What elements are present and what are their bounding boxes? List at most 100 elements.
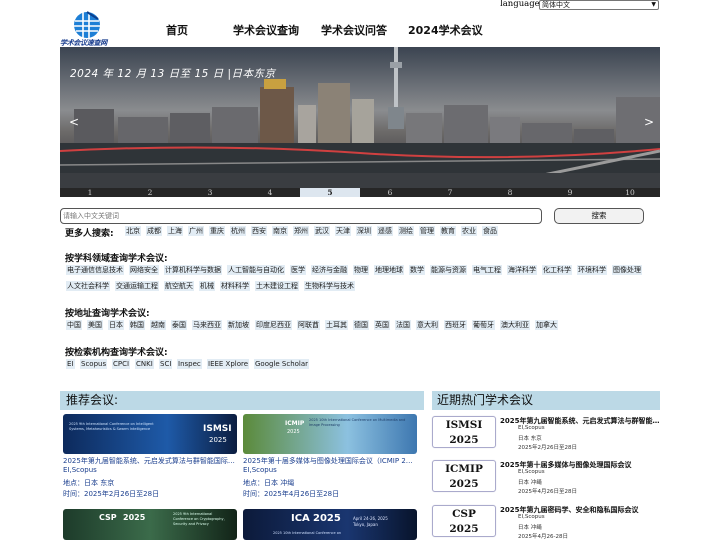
popular-tag[interactable]: 重庆 bbox=[209, 226, 225, 236]
field-tag[interactable]: 能源与资源 bbox=[430, 265, 467, 275]
field-tag[interactable]: 经济与金融 bbox=[311, 265, 348, 275]
location-tag[interactable]: 澳大利亚 bbox=[500, 320, 530, 330]
location-tag[interactable]: 英国 bbox=[374, 320, 390, 330]
field-tag[interactable]: 数学 bbox=[409, 265, 425, 275]
search-input[interactable]: 请输入中文关键词 bbox=[60, 208, 542, 224]
location-tag[interactable]: 新加坡 bbox=[227, 320, 250, 330]
location-tag[interactable]: 印度尼西亚 bbox=[255, 320, 292, 330]
slide-dot[interactable]: 10 bbox=[600, 188, 660, 197]
nav-home[interactable]: 首页 bbox=[166, 22, 188, 38]
location-tag[interactable]: 意大利 bbox=[416, 320, 439, 330]
field-tag[interactable]: 计算机科学与数据 bbox=[164, 265, 222, 275]
popular-tag[interactable]: 教育 bbox=[440, 226, 456, 236]
search-button[interactable]: 搜索 bbox=[554, 208, 644, 224]
popular-tag[interactable]: 天津 bbox=[335, 226, 351, 236]
location-tag[interactable]: 阿联酋 bbox=[297, 320, 320, 330]
nav-conference-qa[interactable]: 学术会议问答 bbox=[321, 22, 387, 38]
field-tag[interactable]: 材料科学 bbox=[220, 281, 250, 291]
banner-next-arrow[interactable]: > bbox=[644, 115, 654, 129]
location-tag[interactable]: 泰国 bbox=[171, 320, 187, 330]
popular-tag[interactable]: 测绘 bbox=[398, 226, 414, 236]
location-tag[interactable]: 德国 bbox=[353, 320, 369, 330]
hot-location: 日本 冲绳 bbox=[518, 525, 542, 531]
slide-dot[interactable]: 2 bbox=[120, 188, 180, 197]
popular-tag[interactable]: 武汉 bbox=[314, 226, 330, 236]
popular-tag[interactable]: 深圳 bbox=[356, 226, 372, 236]
popular-tag[interactable]: 管理 bbox=[419, 226, 435, 236]
banner-prev-arrow[interactable]: < bbox=[69, 115, 79, 129]
field-tag[interactable]: 环境科学 bbox=[577, 265, 607, 275]
index-tag[interactable]: CPCI bbox=[112, 359, 131, 369]
location-tag[interactable]: 马来西亚 bbox=[192, 320, 222, 330]
field-tag[interactable]: 地理地球 bbox=[374, 265, 404, 275]
popular-tag[interactable]: 南京 bbox=[272, 226, 288, 236]
location-tag[interactable]: 法国 bbox=[395, 320, 411, 330]
location-tag[interactable]: 加拿大 bbox=[535, 320, 558, 330]
popular-tag[interactable]: 广州 bbox=[188, 226, 204, 236]
banner-caption: 2024 年 12 月 13 日至 15 日 |日本东京 bbox=[70, 68, 276, 80]
field-tag[interactable]: 机械 bbox=[199, 281, 215, 291]
index-tag[interactable]: Scopus bbox=[80, 359, 108, 369]
site-logo[interactable]: 学术会议速查网 bbox=[60, 11, 114, 47]
popular-tag[interactable]: 遥感 bbox=[377, 226, 393, 236]
field-tag[interactable]: 电气工程 bbox=[472, 265, 502, 275]
field-tag[interactable]: 航空航天 bbox=[164, 281, 194, 291]
field-tag[interactable]: 物理 bbox=[353, 265, 369, 275]
index-tag[interactable]: SCI bbox=[159, 359, 173, 369]
popular-tag[interactable]: 食品 bbox=[482, 226, 498, 236]
field-tag[interactable]: 土木建设工程 bbox=[255, 281, 299, 291]
location-tag[interactable]: 美国 bbox=[87, 320, 103, 330]
index-tag[interactable]: Google Scholar bbox=[254, 359, 310, 369]
popular-tag[interactable]: 郑州 bbox=[293, 226, 309, 236]
recommended-card[interactable]: 2025 9th International Conference on Int… bbox=[63, 414, 237, 500]
hot-conference-item[interactable]: ICMIP 2025 2025年第十届多媒体与图像处理国际会议 EI,Scopus… bbox=[432, 458, 660, 499]
slide-dot[interactable]: 8 bbox=[480, 188, 540, 197]
location-tag[interactable]: 西班牙 bbox=[444, 320, 467, 330]
field-tag[interactable]: 人工智能与自动化 bbox=[227, 265, 285, 275]
hot-conference-item[interactable]: ISMSI2025 2025年第九届智能系统、元启发式算法与群智能国际会议 EI… bbox=[432, 414, 660, 455]
slide-dot[interactable]: 7 bbox=[420, 188, 480, 197]
popular-tag[interactable]: 西安 bbox=[251, 226, 267, 236]
popular-tag[interactable]: 杭州 bbox=[230, 226, 246, 236]
index-tag[interactable]: Inspec bbox=[177, 359, 202, 369]
slide-dot-active[interactable]: 5 bbox=[300, 188, 360, 197]
recommended-header: 推荐会议: bbox=[60, 391, 424, 410]
nav-2024-conferences[interactable]: 2024学术会议 bbox=[408, 22, 483, 38]
hot-conference-item[interactable]: CSP 2025 2025年第九届密码学、安全和隐私国际会议 EI,Scopus … bbox=[432, 503, 660, 540]
field-tag[interactable]: 人文社会科学 bbox=[66, 281, 110, 291]
field-tag[interactable]: 医学 bbox=[290, 265, 306, 275]
slide-dot[interactable]: 4 bbox=[240, 188, 300, 197]
popular-tag[interactable]: 上海 bbox=[167, 226, 183, 236]
slide-dot[interactable]: 6 bbox=[360, 188, 420, 197]
location-tag[interactable]: 韩国 bbox=[129, 320, 145, 330]
field-tag[interactable]: 生物科学与技术 bbox=[304, 281, 355, 291]
banner-carousel[interactable]: 2024 年 12 月 13 日至 15 日 |日本东京 < > bbox=[60, 47, 660, 188]
field-tag[interactable]: 图像处理 bbox=[612, 265, 642, 275]
field-tag[interactable]: 化工科学 bbox=[542, 265, 572, 275]
slide-dot[interactable]: 1 bbox=[60, 188, 120, 197]
slide-dot[interactable]: 9 bbox=[540, 188, 600, 197]
nav-conference-search[interactable]: 学术会议查询 bbox=[233, 22, 299, 38]
location-tag[interactable]: 土耳其 bbox=[325, 320, 348, 330]
field-tag[interactable]: 交通运输工程 bbox=[115, 281, 159, 291]
field-tag[interactable]: 电子通信信息技术 bbox=[66, 265, 124, 275]
index-tag[interactable]: IEEE Xplore bbox=[207, 359, 250, 369]
field-tag[interactable]: 海洋科学 bbox=[507, 265, 537, 275]
popular-tag[interactable]: 成都 bbox=[146, 226, 162, 236]
location-tag[interactable]: 中国 bbox=[66, 320, 82, 330]
popular-tag[interactable]: 农业 bbox=[461, 226, 477, 236]
location-tag[interactable]: 越南 bbox=[150, 320, 166, 330]
card-title[interactable]: 2025年第九届智能系统、元启发式算法与群智能国际会议（ISMSI 2025） bbox=[63, 456, 237, 466]
index-tag[interactable]: EI bbox=[66, 359, 75, 369]
location-tag[interactable]: 葡萄牙 bbox=[472, 320, 495, 330]
field-tag[interactable]: 网络安全 bbox=[129, 265, 159, 275]
slide-dot[interactable]: 3 bbox=[180, 188, 240, 197]
card-title[interactable]: 2025年第十届多媒体与图像处理国际会议（ICMIP 2025） bbox=[243, 456, 417, 466]
index-tag[interactable]: CNKI bbox=[135, 359, 154, 369]
location-tag[interactable]: 日本 bbox=[108, 320, 124, 330]
recommended-card[interactable]: CSP 2025 2025 9th International Conferen… bbox=[63, 509, 237, 540]
popular-tag[interactable]: 北京 bbox=[125, 226, 141, 236]
recommended-card[interactable]: 2025 10th International Conference on Mu… bbox=[243, 414, 417, 500]
recommended-card[interactable]: ICA 2025 April 24-26, 2025 Tokyo, Japan … bbox=[243, 509, 417, 540]
language-select[interactable]: 简体中文 ▼ bbox=[539, 0, 659, 10]
